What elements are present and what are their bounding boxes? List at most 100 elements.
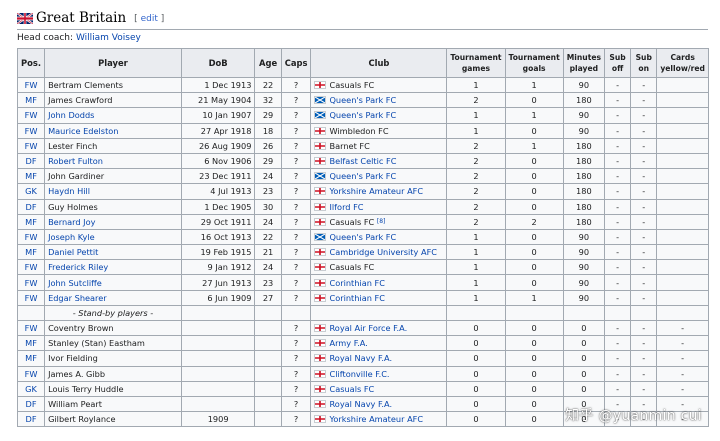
age-cell xyxy=(254,411,282,428)
games-cell: 0 xyxy=(446,350,506,367)
player-name[interactable]: Maurice Edelston xyxy=(48,126,118,136)
club-name[interactable]: Queen's Park FC xyxy=(329,110,396,120)
club-name[interactable]: Casuals FC xyxy=(329,384,374,394)
dob-cell: 1909 xyxy=(180,411,256,428)
caps-cell: ? xyxy=(280,152,312,170)
edit-link[interactable]: edit xyxy=(141,14,158,24)
scotland-flag-icon xyxy=(314,172,327,181)
england-flag-icon xyxy=(314,126,327,135)
minutes-cell: 90 xyxy=(562,289,606,306)
player-name: Louis Terry Huddle xyxy=(48,383,124,394)
col-tournament-games: Tournament games xyxy=(446,48,506,78)
club-name[interactable]: Queen's Park FC xyxy=(329,232,396,242)
age-cell: 24 xyxy=(254,213,282,230)
games-cell: 0 xyxy=(446,411,506,428)
player-name[interactable]: Frederick Riley xyxy=(48,262,108,272)
player-name[interactable]: Daniel Pettit xyxy=(48,247,98,257)
caps-cell: ? xyxy=(280,365,312,382)
position-cell: GK xyxy=(16,380,46,397)
club-name[interactable]: Cliftonville F.C. xyxy=(329,369,389,379)
minutes-cell: 90 xyxy=(562,259,606,276)
player-name[interactable]: John Dodds xyxy=(48,110,94,120)
club-name[interactable]: Yorkshire Amateur AFC xyxy=(329,186,423,196)
minutes-cell: 90 xyxy=(562,244,606,261)
player-name[interactable]: Robert Fulton xyxy=(48,156,103,166)
position-cell: MF xyxy=(16,213,46,230)
england-flag-icon xyxy=(314,384,327,393)
games-cell: 2 xyxy=(446,168,506,185)
player-name[interactable]: Bernard Joy xyxy=(48,217,95,227)
caps-cell: ? xyxy=(280,380,312,397)
watermark: 知乎 @yuanmin cui xyxy=(565,408,702,424)
position-cell: MF xyxy=(16,350,46,367)
games-cell: 2 xyxy=(446,92,506,109)
player-cell: Guy Holmes xyxy=(44,198,182,215)
club-name[interactable]: Corinthian FC xyxy=(329,278,384,288)
sub-on-cell: - xyxy=(630,168,658,185)
player-name[interactable]: Joseph Kyle xyxy=(48,232,95,242)
goals-cell: 0 xyxy=(504,168,564,185)
club-name[interactable]: Queen's Park FC xyxy=(329,95,396,105)
sub-off-cell: - xyxy=(603,137,632,154)
col-sub-on: Sub on xyxy=(630,48,658,78)
games-cell: 1 xyxy=(446,259,506,276)
sub-off-cell: - xyxy=(603,107,632,124)
player-cell: Daniel Pettit xyxy=(44,244,182,261)
player-cell: James Crawford xyxy=(44,92,182,109)
sub-off-cell: - xyxy=(603,289,632,306)
position-cell: DF xyxy=(16,395,46,413)
club-name[interactable]: Ilford FC xyxy=(329,202,363,212)
dob-cell: 21 May 1904 xyxy=(180,92,256,109)
cards-cell xyxy=(656,152,709,170)
player-name[interactable]: Haydn Hill xyxy=(48,186,90,196)
games-cell: 1 xyxy=(446,107,506,124)
player-row: FW Bertram Clements 1 Dec 1913 22? Casuals F… xyxy=(16,76,709,94)
club-name[interactable]: Royal Navy F.A. xyxy=(329,353,392,363)
goals-cell: 0 xyxy=(504,411,564,428)
games-cell: 2 xyxy=(446,137,506,154)
club-name[interactable]: Yorkshire Amateur AFC xyxy=(329,414,423,424)
dob-cell xyxy=(180,395,256,413)
player-name[interactable]: Edgar Shearer xyxy=(48,293,107,303)
standby-row: MF Stanley (Stan) Eastham? Army F.A. 0 0 0- - - xyxy=(16,335,709,352)
sub-off-cell: - xyxy=(603,198,632,215)
player-row: GK Haydn Hill 4 Jul 1913 23? Yorkshire Amate… xyxy=(16,183,709,200)
age-cell xyxy=(254,380,282,397)
standby-label: - Stand-by players - xyxy=(44,304,182,322)
player-row: FW Frederick Riley 9 Jan 1912 24? Casuals FC… xyxy=(16,259,709,276)
goals-cell: 0 xyxy=(504,319,564,337)
sub-off-cell: - xyxy=(603,168,632,185)
reference-link[interactable]: [8] xyxy=(377,218,386,225)
goals-cell: 1 xyxy=(504,289,564,306)
player-name[interactable]: John Sutcliffe xyxy=(48,278,102,288)
goals-cell: 0 xyxy=(504,380,564,397)
club-name[interactable]: Army F.A. xyxy=(329,338,367,348)
position-cell: FW xyxy=(16,76,46,94)
dob-cell: 6 Nov 1906 xyxy=(180,152,256,170)
goals-cell: 0 xyxy=(504,274,564,291)
club-cell: Casuals FC xyxy=(310,76,448,94)
minutes-cell: 90 xyxy=(562,107,606,124)
club-name[interactable]: Corinthian FC xyxy=(329,293,384,303)
club-name[interactable]: Royal Navy F.A. xyxy=(329,399,392,409)
age-cell: 23 xyxy=(254,274,282,291)
minutes-cell: 180 xyxy=(562,92,606,109)
scotland-flag-icon xyxy=(314,232,327,241)
head-coach-link[interactable]: William Voisey xyxy=(76,33,141,43)
england-flag-icon xyxy=(314,369,327,378)
age-cell: 22 xyxy=(254,228,282,246)
player-name: James Crawford xyxy=(48,95,113,106)
dob-cell xyxy=(180,350,256,367)
cards-cell xyxy=(656,213,709,230)
position-cell: MF xyxy=(16,92,46,109)
club-name[interactable]: Royal Air Force F.A. xyxy=(329,323,407,333)
club-name[interactable]: Queen's Park FC xyxy=(329,171,396,181)
sub-off-cell: - xyxy=(603,335,632,352)
club-name[interactable]: Belfast Celtic FC xyxy=(329,156,396,166)
club-cell: Queen's Park FC xyxy=(310,92,448,109)
club-cell: Cliftonville F.C. xyxy=(310,365,448,382)
club-name[interactable]: Cambridge University AFC xyxy=(329,247,437,257)
caps-cell: ? xyxy=(280,395,312,413)
club-cell: Queen's Park FC xyxy=(310,168,448,185)
player-name: Bertram Clements xyxy=(48,80,123,91)
